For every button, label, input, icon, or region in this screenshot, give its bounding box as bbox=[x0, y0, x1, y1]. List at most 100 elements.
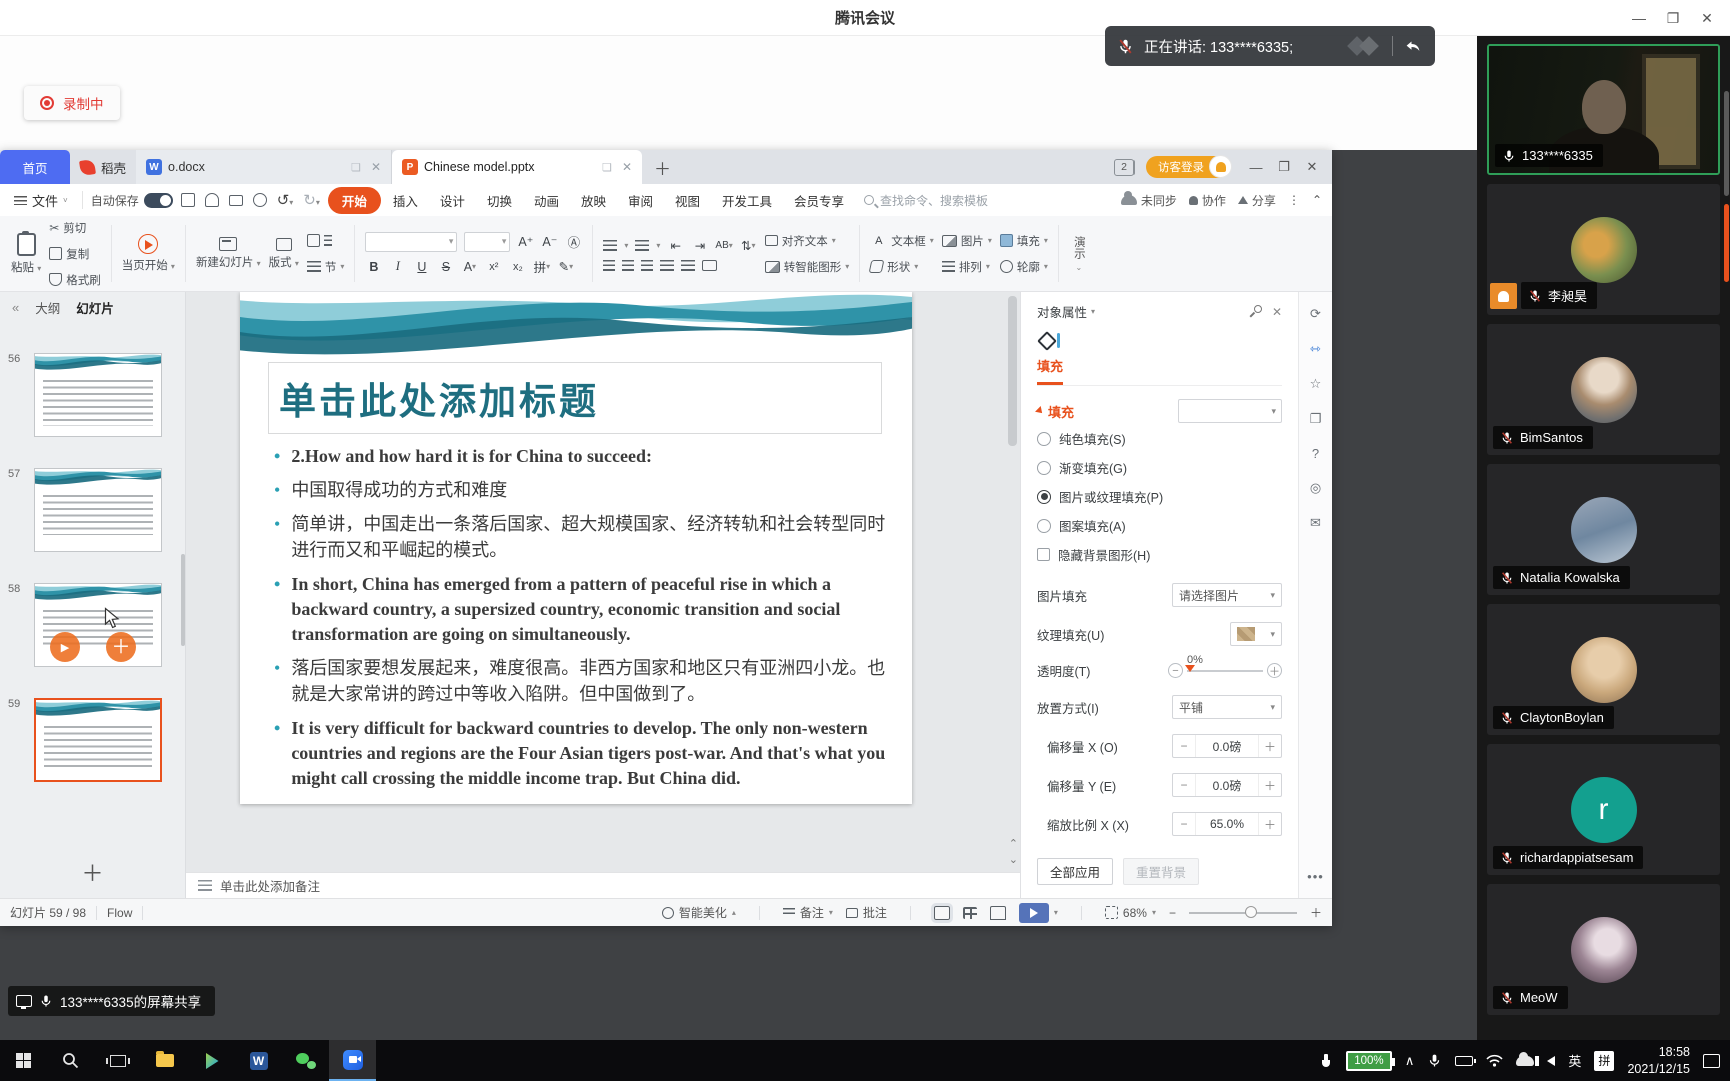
reset-background-button[interactable]: 重置背景 bbox=[1123, 858, 1199, 885]
selection-pane-icon[interactable]: ❐ bbox=[1310, 411, 1322, 427]
numbered-list-icon[interactable] bbox=[635, 240, 649, 251]
add-slide-button[interactable]: ＋ bbox=[0, 856, 185, 888]
participant-tile[interactable]: ClaytonBoylan bbox=[1487, 604, 1720, 735]
export-icon[interactable] bbox=[205, 193, 219, 207]
wps-minimize-button[interactable]: — bbox=[1242, 152, 1270, 182]
decrease-indent-icon[interactable]: ⇤ bbox=[667, 236, 684, 254]
slide-thumbnail-59-selected[interactable]: 59 bbox=[0, 698, 185, 782]
layout-button[interactable]: 版式 ▾ bbox=[269, 238, 299, 270]
play-from-current-button[interactable]: 当页开始 ▾ bbox=[122, 234, 175, 273]
panel-scrollbar[interactable] bbox=[181, 554, 185, 646]
underline-button[interactable]: U bbox=[413, 258, 430, 276]
ime-language-indicator[interactable]: 英 bbox=[1568, 1051, 1581, 1070]
navigation-pane-icon[interactable]: ◎ bbox=[1310, 480, 1321, 496]
print-icon[interactable] bbox=[229, 195, 243, 206]
align-text-button[interactable]: 对齐文本▾ bbox=[765, 231, 850, 251]
stepper-minus[interactable]: − bbox=[1173, 739, 1195, 753]
word-button[interactable]: W bbox=[235, 1040, 282, 1081]
tab-slides[interactable]: 幻灯片 bbox=[76, 298, 114, 317]
chevron-down-icon[interactable]: ▾ bbox=[1091, 307, 1095, 316]
slideshow-play-button[interactable]: ▾ bbox=[1019, 903, 1058, 923]
texture-combo[interactable]: ▾ bbox=[1230, 622, 1282, 646]
stepper-plus[interactable]: ＋ bbox=[1259, 777, 1281, 794]
section-button[interactable]: 节▾ bbox=[307, 257, 345, 277]
collapse-panel-icon[interactable]: « bbox=[12, 300, 19, 315]
guest-login-button[interactable]: 访客登录 bbox=[1146, 156, 1230, 178]
format-painter-button[interactable]: 格式刷 bbox=[49, 270, 101, 290]
option-pattern-fill[interactable]: 图案填充(A) bbox=[1037, 512, 1282, 539]
superscript-button[interactable]: x² bbox=[485, 258, 502, 276]
bold-button[interactable]: B bbox=[365, 258, 382, 276]
outline-button[interactable]: 轮廓▾ bbox=[1000, 257, 1048, 277]
fill-button[interactable]: 填充▾ bbox=[1000, 231, 1048, 251]
increase-indent-icon[interactable]: ⇥ bbox=[691, 236, 708, 254]
smart-beautify-button[interactable]: 智能美化▴ bbox=[662, 904, 736, 921]
notes-button[interactable]: 备注▾ bbox=[783, 904, 833, 921]
menu-review[interactable]: 审阅 bbox=[618, 187, 663, 214]
file-menu[interactable]: 文件 ˅ bbox=[8, 191, 74, 210]
menu-view[interactable]: 视图 bbox=[665, 187, 710, 214]
stepper-minus[interactable]: − bbox=[1173, 778, 1195, 792]
italic-button[interactable]: I bbox=[389, 258, 406, 276]
menu-devtools[interactable]: 开发工具 bbox=[712, 187, 782, 214]
slide-sorter-view-icon[interactable] bbox=[963, 907, 977, 919]
participant-tile[interactable]: Natalia Kowalska bbox=[1487, 464, 1720, 595]
menu-transition[interactable]: 切换 bbox=[477, 187, 522, 214]
align-right-icon[interactable] bbox=[641, 260, 653, 271]
animation-pane-icon[interactable]: ⟳ bbox=[1310, 306, 1321, 322]
ime-pinyin-icon[interactable]: 拼 bbox=[1594, 1051, 1614, 1071]
undo-button[interactable]: ↺▾ bbox=[277, 191, 294, 209]
slide-body-text[interactable]: •2.How and how hard it is for China to s… bbox=[274, 444, 890, 800]
fill-tab[interactable]: 填充 bbox=[1037, 331, 1063, 385]
object-properties-pane-icon[interactable]: ⇿ bbox=[1310, 341, 1321, 357]
window-count-badge[interactable]: 2 bbox=[1114, 159, 1134, 176]
tray-mic-icon[interactable] bbox=[1427, 1053, 1442, 1068]
increase-font-button[interactable]: A⁺ bbox=[517, 233, 534, 251]
font-size-combo[interactable]: ▾ bbox=[464, 232, 510, 252]
pin-icon[interactable] bbox=[1252, 303, 1263, 314]
collaborate-button[interactable]: 协作 bbox=[1189, 192, 1226, 209]
present-tools-strip[interactable]: 演示⌄ bbox=[1062, 221, 1096, 286]
menu-design[interactable]: 设计 bbox=[430, 187, 475, 214]
zoom-slider-knob[interactable] bbox=[1245, 906, 1257, 918]
tray-battery-icon[interactable] bbox=[1455, 1056, 1473, 1066]
slide-thumbnail-56[interactable]: 56 bbox=[0, 353, 185, 437]
tab-outline[interactable]: 大纲 bbox=[35, 298, 60, 317]
slide-thumbnail-57[interactable]: 57 bbox=[0, 468, 185, 552]
stepper-plus[interactable]: ＋ bbox=[1259, 738, 1281, 755]
paste-button[interactable]: 粘贴 ▾ bbox=[11, 233, 41, 275]
stepper-minus[interactable]: − bbox=[1173, 817, 1195, 831]
tab-split-icon[interactable]: ❏ bbox=[602, 161, 612, 174]
autosave-toggle[interactable] bbox=[144, 193, 173, 208]
zoom-in-button[interactable]: ＋ bbox=[1310, 904, 1322, 921]
tab-close-icon[interactable]: ✕ bbox=[622, 160, 632, 174]
reply-arrow-icon[interactable] bbox=[1403, 37, 1423, 55]
insert-slide-button[interactable]: ＋ bbox=[106, 632, 136, 662]
slide-canvas[interactable]: 单击此处添加标题 •2.How and how hard it is for C… bbox=[186, 292, 1020, 872]
fill-preview-combo[interactable]: ▾ bbox=[1178, 399, 1282, 423]
menu-member[interactable]: 会员专享 bbox=[784, 187, 854, 214]
media-player-button[interactable] bbox=[188, 1040, 235, 1081]
more-menu-icon[interactable]: ⋮ bbox=[1288, 193, 1300, 207]
subscript-button[interactable]: x₂ bbox=[509, 258, 526, 276]
transparency-slider[interactable]: 0% bbox=[1187, 670, 1263, 672]
wechat-button[interactable] bbox=[282, 1040, 329, 1081]
justify-icon[interactable] bbox=[660, 260, 674, 271]
convert-smartart-button[interactable]: 转智能图形▾ bbox=[765, 257, 850, 277]
wps-close-button[interactable]: ✕ bbox=[1298, 152, 1326, 182]
menu-insert[interactable]: 插入 bbox=[383, 187, 428, 214]
close-button[interactable]: ✕ bbox=[1690, 0, 1724, 36]
share-button[interactable]: 分享 bbox=[1238, 192, 1276, 209]
textbox-button[interactable]: A文本框▾ bbox=[870, 231, 934, 251]
notes-bar[interactable]: 单击此处添加备注 bbox=[186, 872, 1020, 898]
title-placeholder[interactable]: 单击此处添加标题 bbox=[268, 362, 882, 434]
play-from-slide-button[interactable]: ▶ bbox=[50, 632, 80, 662]
offset-y-stepper[interactable]: −0.0磅＋ bbox=[1172, 773, 1282, 797]
save-icon[interactable] bbox=[181, 193, 195, 207]
menu-home[interactable]: 开始 bbox=[328, 187, 381, 214]
zoom-slider[interactable] bbox=[1189, 912, 1297, 914]
menu-slideshow[interactable]: 放映 bbox=[571, 187, 616, 214]
zoom-out-button[interactable]: − bbox=[1169, 906, 1176, 920]
redo-button[interactable]: ↻▾ bbox=[303, 191, 320, 209]
tencent-meeting-button[interactable] bbox=[329, 1040, 376, 1081]
